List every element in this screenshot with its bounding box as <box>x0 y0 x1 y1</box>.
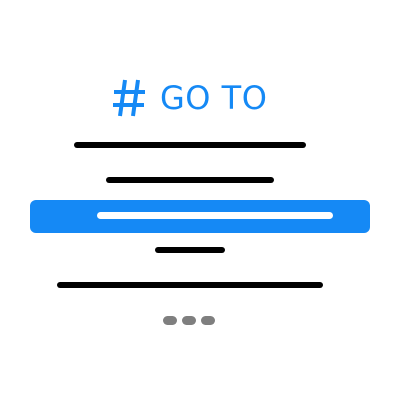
list-item-selected[interactable] <box>30 200 370 233</box>
ellipsis-icon[interactable] <box>163 316 215 325</box>
goto-header: GO TO <box>112 74 267 122</box>
list-item[interactable] <box>106 177 274 183</box>
list-item[interactable] <box>155 247 225 253</box>
dot <box>201 316 215 325</box>
hash-icon <box>113 79 145 117</box>
dot <box>182 316 196 325</box>
dot <box>163 316 177 325</box>
list-item[interactable] <box>74 142 306 148</box>
list-item[interactable] <box>57 282 323 288</box>
selected-item-text <box>97 212 333 219</box>
goto-dialog: GO TO <box>0 0 400 400</box>
goto-title: GO TO <box>160 79 268 117</box>
